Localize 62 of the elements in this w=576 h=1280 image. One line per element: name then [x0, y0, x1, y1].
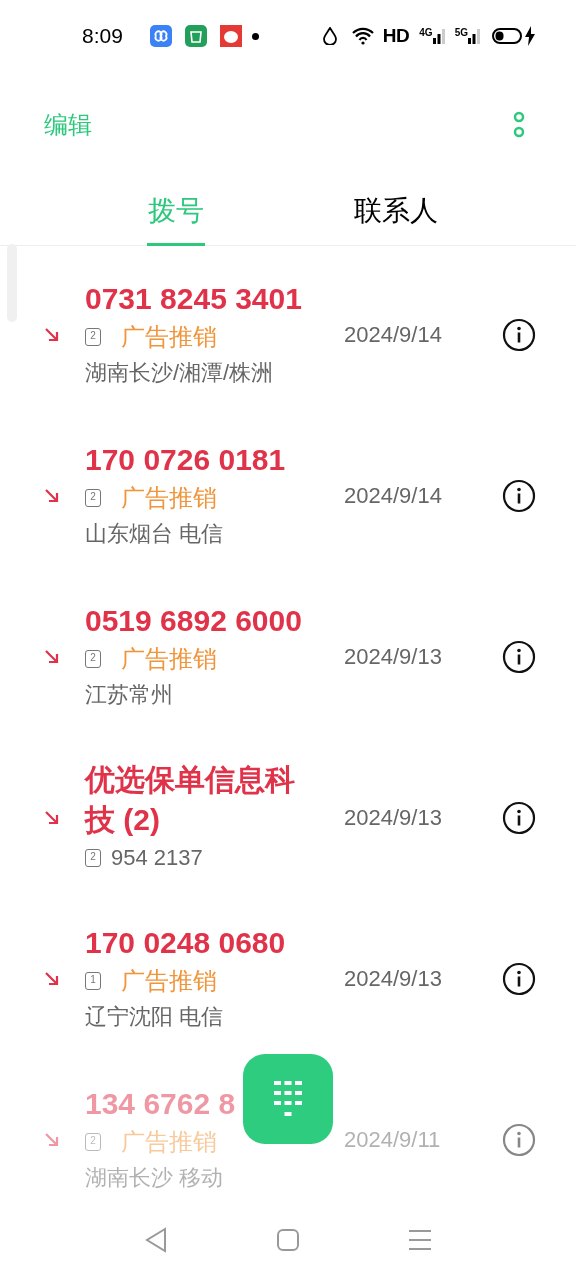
network-label: 4G	[419, 25, 433, 40]
sim-card-icon: 2	[85, 649, 101, 668]
network-label: 5G	[454, 25, 468, 40]
sim-card-icon: 1	[85, 971, 101, 990]
incoming-call-arrow-icon	[44, 487, 60, 504]
home-icon[interactable]	[277, 1229, 299, 1251]
caller-name: 0731 8245 3401	[85, 280, 302, 317]
menu-icon[interactable]	[407, 1229, 432, 1251]
caller-name: 134 6762 8	[85, 1085, 236, 1122]
tab[interactable]: 拨号	[147, 178, 205, 246]
incoming-call-arrow-icon	[44, 970, 60, 987]
caller-name: 170 0248 0680	[85, 924, 286, 961]
call-date: 2024/9/14	[344, 482, 442, 510]
incoming-call-arrow-icon	[44, 1131, 60, 1148]
info-icon[interactable]	[502, 317, 536, 352]
sim-card-icon: 2	[85, 1132, 101, 1151]
shopping-app-icon	[184, 25, 207, 47]
spam-tag: 广告推销	[121, 479, 217, 516]
phone-number: 954 2137	[111, 844, 203, 872]
caller-location: 湖南长沙 移动	[85, 1163, 224, 1192]
back-icon[interactable]	[144, 1227, 169, 1253]
sim-card-icon: 2	[85, 488, 101, 507]
info-icon[interactable]	[502, 478, 536, 513]
status-time: 8:09	[82, 23, 123, 50]
caller-location: 辽宁沈阳 电信	[85, 1002, 224, 1031]
edit-button[interactable]: 编辑	[44, 107, 92, 143]
spam-tag: 广告推销	[121, 962, 217, 999]
caller-name: 0519 6892 6000	[85, 602, 302, 639]
spam-tag: 广告推销	[121, 640, 217, 677]
hd-label: HD	[382, 23, 410, 48]
charging-bolt-icon	[524, 26, 536, 46]
more-options-icon[interactable]	[512, 111, 526, 139]
caller-location: 江苏常州	[85, 680, 173, 709]
droplet-icon	[322, 27, 337, 45]
wifi-icon	[350, 27, 375, 45]
spam-tag: 广告推销	[121, 1123, 217, 1160]
info-icon[interactable]	[502, 961, 536, 996]
info-icon[interactable]	[502, 639, 536, 674]
tab[interactable]: 联系人	[353, 178, 439, 246]
incoming-call-arrow-icon	[44, 326, 60, 343]
signal-icon	[432, 28, 445, 44]
incoming-call-arrow-icon	[44, 648, 60, 665]
caller-name: 优选保单信息科技 (2)	[85, 761, 296, 838]
dialpad-icon	[274, 1081, 302, 1117]
info-icon[interactable]	[502, 800, 536, 835]
sim-card-icon: 2	[85, 848, 101, 867]
call-date: 2024/9/13	[344, 965, 442, 993]
mascot-app-icon	[219, 25, 242, 47]
call-date: 2024/9/11	[344, 1126, 441, 1154]
caller-location: 湖南长沙/湘潭/株洲	[85, 358, 274, 387]
spam-tag: 广告推销	[121, 318, 217, 355]
call-date: 2024/9/13	[344, 643, 442, 671]
caller-location: 山东烟台 电信	[85, 519, 224, 548]
cloud-app-icon	[149, 25, 172, 47]
call-date: 2024/9/14	[344, 321, 442, 349]
incoming-call-arrow-icon	[44, 809, 60, 826]
call-date: 2024/9/13	[344, 804, 442, 832]
sim-card-icon: 2	[85, 327, 101, 346]
dialpad-button[interactable]	[243, 1054, 333, 1144]
caller-name: 170 0726 0181	[85, 441, 286, 478]
battery-icon	[492, 27, 524, 45]
signal-icon	[468, 28, 480, 44]
